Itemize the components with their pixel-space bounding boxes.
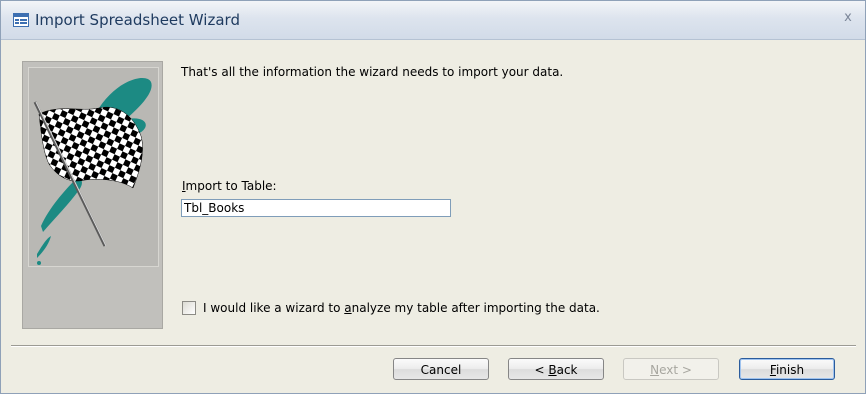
close-icon: x — [844, 10, 852, 25]
next-button[interactable]: Next > — [623, 358, 719, 380]
next-button-mnemonic: N — [650, 363, 660, 377]
checkered-flag-icon — [28, 67, 159, 267]
table-name-input[interactable] — [181, 199, 451, 217]
analyze-label-after: nalyze my table after importing the data… — [351, 301, 600, 315]
finish-button-rest: inish — [775, 363, 805, 377]
back-button-mnemonic: B — [548, 363, 557, 377]
import-spreadsheet-wizard-window: Import Spreadsheet Wizard x That's all t… — [0, 0, 866, 394]
intro-text: That's all the information the wizard ne… — [181, 65, 564, 79]
wizard-window-icon — [13, 13, 29, 27]
close-button[interactable]: x — [839, 9, 857, 27]
cancel-button[interactable]: Cancel — [393, 358, 489, 380]
back-button-prefix: < — [534, 363, 549, 377]
button-divider — [11, 345, 856, 347]
analyze-label-mnemonic: a — [344, 301, 352, 315]
import-label-rest: mport to Table: — [185, 179, 277, 193]
side-panel — [22, 61, 163, 329]
window-title: Import Spreadsheet Wizard — [35, 11, 240, 29]
analyze-label-before: I would like a wizard to — [203, 301, 345, 315]
cancel-button-label: Cancel — [420, 363, 462, 377]
analyze-checkbox[interactable] — [182, 301, 196, 315]
next-button-rest: ext > — [659, 363, 692, 377]
back-button-rest: ack — [556, 363, 578, 377]
back-button[interactable]: < Back — [508, 358, 604, 380]
finish-button[interactable]: Finish — [739, 358, 835, 380]
analyze-checkbox-row[interactable]: I would like a wizard to analyze my tabl… — [182, 300, 600, 316]
wizard-body: That's all the information the wizard ne… — [1, 40, 865, 393]
analyze-checkbox-label[interactable]: I would like a wizard to analyze my tabl… — [203, 301, 600, 315]
import-to-table-label: Import to Table: — [182, 179, 277, 193]
title-bar[interactable]: Import Spreadsheet Wizard x — [1, 1, 865, 40]
